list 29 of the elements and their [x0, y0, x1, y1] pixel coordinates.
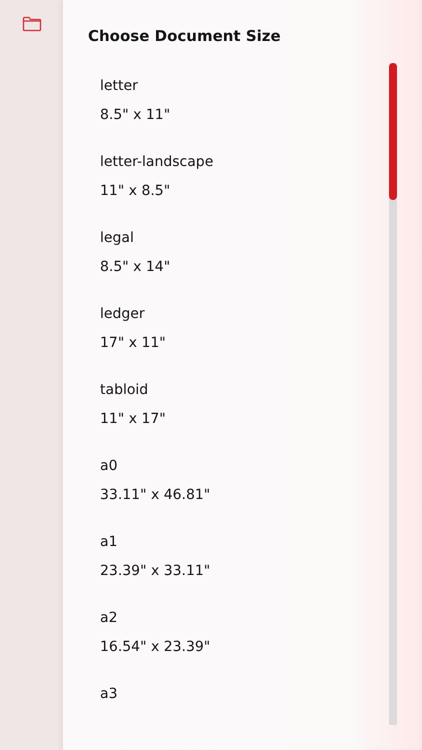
size-option[interactable]: tabloid 11" x 17": [100, 376, 389, 452]
size-name: tabloid: [100, 381, 150, 400]
size-option[interactable]: a3: [100, 680, 389, 725]
size-option[interactable]: letter 8.5" x 11": [100, 72, 389, 148]
size-name: letter-landscape: [100, 153, 214, 172]
size-name: a0: [100, 457, 118, 476]
scrollbar-thumb[interactable]: [389, 63, 397, 200]
size-name: a3: [100, 685, 118, 704]
size-option[interactable]: letter-landscape 11" x 8.5": [100, 148, 389, 224]
size-dimensions: 8.5" x 11": [100, 106, 172, 125]
size-dimensions: 17" x 11": [100, 334, 167, 353]
size-dimensions: 8.5" x 14": [100, 258, 172, 277]
size-dimensions: 16.54" x 23.39": [100, 638, 212, 657]
size-option[interactable]: a1 23.39" x 33.11": [100, 528, 389, 604]
size-name: a2: [100, 609, 118, 628]
size-dimensions: 33.11" x 46.81": [100, 486, 212, 505]
size-dimensions: 23.39" x 33.11": [100, 562, 212, 581]
size-dimensions: 11" x 8.5": [100, 182, 172, 201]
size-name: letter: [100, 77, 139, 96]
size-name: ledger: [100, 305, 146, 324]
size-option[interactable]: legal 8.5" x 14": [100, 224, 389, 300]
size-name: a1: [100, 533, 118, 552]
folder-icon[interactable]: [22, 16, 42, 32]
size-option[interactable]: ledger 17" x 11": [100, 300, 389, 376]
size-option[interactable]: a0 33.11" x 46.81": [100, 452, 389, 528]
size-dimensions: 11" x 17": [100, 410, 167, 429]
size-name: legal: [100, 229, 135, 248]
scrollbar[interactable]: [389, 63, 397, 725]
size-option[interactable]: a2 16.54" x 23.39": [100, 604, 389, 680]
